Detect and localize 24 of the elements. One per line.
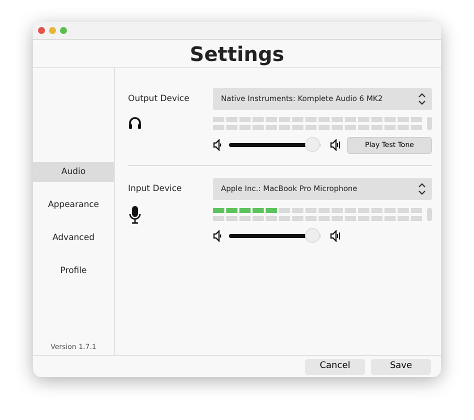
minimize-button[interactable] (49, 27, 56, 34)
device-label: Output Device (128, 92, 190, 106)
sidebar-item[interactable]: Appearance (33, 195, 114, 215)
chevron-icon (418, 182, 426, 195)
slider-thumb[interactable] (304, 137, 320, 152)
microphone-icon (128, 206, 142, 224)
volume-high-icon (330, 230, 341, 242)
headphones-icon (128, 116, 142, 130)
volume-low-icon (213, 230, 222, 242)
clip-indicator (427, 208, 432, 222)
sidebar-item[interactable]: Advanced (33, 228, 114, 248)
clip-indicator (427, 116, 432, 130)
sidebar-item[interactable]: Audio (33, 162, 114, 182)
sidebar-item[interactable]: Profile (33, 261, 114, 281)
footer-button[interactable]: Save (371, 359, 431, 375)
window-title: Settings (190, 42, 284, 66)
slider-thumb[interactable] (304, 228, 320, 243)
zoom-button[interactable] (60, 27, 67, 34)
volume-high-icon (330, 139, 341, 152)
chevron-icon (418, 93, 426, 105)
volume-low-icon (213, 139, 222, 152)
close-button[interactable] (38, 27, 45, 34)
footer-button[interactable]: Cancel (305, 359, 365, 375)
device-label: Input Device (128, 182, 183, 196)
